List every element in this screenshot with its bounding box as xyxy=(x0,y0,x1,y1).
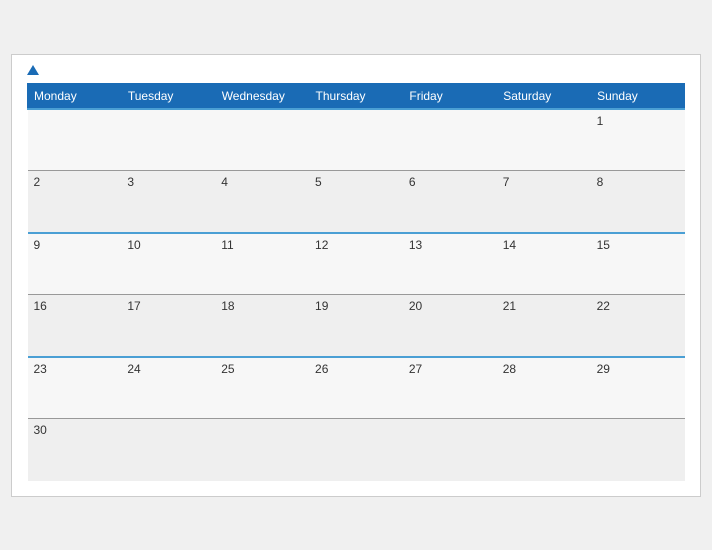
day-number: 22 xyxy=(597,299,610,313)
calendar-cell: 18 xyxy=(215,295,309,357)
week-row-5: 30 xyxy=(28,419,685,481)
calendar-cell: 2 xyxy=(28,171,122,233)
calendar-cell xyxy=(121,419,215,481)
day-number: 16 xyxy=(34,299,47,313)
weekday-header-monday: Monday xyxy=(28,83,122,109)
calendar-cell: 24 xyxy=(121,357,215,419)
calendar-container: MondayTuesdayWednesdayThursdayFridaySatu… xyxy=(11,54,701,497)
day-number: 23 xyxy=(34,362,47,376)
day-number: 3 xyxy=(127,175,134,189)
day-number: 20 xyxy=(409,299,422,313)
calendar-cell: 19 xyxy=(309,295,403,357)
calendar-cell xyxy=(497,419,591,481)
weekday-header-friday: Friday xyxy=(403,83,497,109)
day-number: 8 xyxy=(597,175,604,189)
day-number: 17 xyxy=(127,299,140,313)
week-row-3: 16 17 18 19 20 21 22 xyxy=(28,295,685,357)
day-number: 5 xyxy=(315,175,322,189)
calendar-cell xyxy=(215,419,309,481)
calendar-header xyxy=(27,65,685,75)
weekday-header-row: MondayTuesdayWednesdayThursdayFridaySatu… xyxy=(28,83,685,109)
calendar-cell: 21 xyxy=(497,295,591,357)
day-number: 19 xyxy=(315,299,328,313)
calendar-cell: 15 xyxy=(591,233,685,295)
calendar-cell xyxy=(403,109,497,171)
calendar-cell xyxy=(28,109,122,171)
calendar-cell: 12 xyxy=(309,233,403,295)
calendar-cell xyxy=(403,419,497,481)
day-number: 24 xyxy=(127,362,140,376)
calendar-cell: 27 xyxy=(403,357,497,419)
day-number: 11 xyxy=(221,238,233,252)
calendar-cell: 26 xyxy=(309,357,403,419)
week-row-4: 23 24 25 26 27 28 29 xyxy=(28,357,685,419)
logo-blue-text xyxy=(27,65,41,75)
weekday-header-saturday: Saturday xyxy=(497,83,591,109)
day-number: 7 xyxy=(503,175,510,189)
calendar-cell: 16 xyxy=(28,295,122,357)
week-row-0: 1 xyxy=(28,109,685,171)
weekday-header-wednesday: Wednesday xyxy=(215,83,309,109)
calendar-cell: 28 xyxy=(497,357,591,419)
weekday-header-thursday: Thursday xyxy=(309,83,403,109)
calendar-cell xyxy=(591,419,685,481)
weekday-header-sunday: Sunday xyxy=(591,83,685,109)
calendar-cell xyxy=(215,109,309,171)
calendar-cell: 13 xyxy=(403,233,497,295)
calendar-cell: 20 xyxy=(403,295,497,357)
calendar-cell: 1 xyxy=(591,109,685,171)
calendar-cell: 22 xyxy=(591,295,685,357)
calendar-cell: 4 xyxy=(215,171,309,233)
logo xyxy=(27,65,41,75)
calendar-cell: 25 xyxy=(215,357,309,419)
calendar-cell: 10 xyxy=(121,233,215,295)
logo-triangle-icon xyxy=(27,65,39,75)
calendar-cell xyxy=(309,109,403,171)
day-number: 28 xyxy=(503,362,516,376)
day-number: 29 xyxy=(597,362,610,376)
calendar-cell: 23 xyxy=(28,357,122,419)
day-number: 1 xyxy=(597,114,604,128)
day-number: 2 xyxy=(34,175,41,189)
weekday-header-tuesday: Tuesday xyxy=(121,83,215,109)
calendar-cell: 29 xyxy=(591,357,685,419)
day-number: 15 xyxy=(597,238,610,252)
calendar-cell xyxy=(497,109,591,171)
calendar-cell: 8 xyxy=(591,171,685,233)
calendar-cell: 9 xyxy=(28,233,122,295)
calendar-cell: 7 xyxy=(497,171,591,233)
calendar-cell: 17 xyxy=(121,295,215,357)
day-number: 6 xyxy=(409,175,416,189)
day-number: 10 xyxy=(127,238,140,252)
calendar-cell: 14 xyxy=(497,233,591,295)
calendar-cell: 5 xyxy=(309,171,403,233)
day-number: 4 xyxy=(221,175,228,189)
calendar-cell xyxy=(309,419,403,481)
day-number: 13 xyxy=(409,238,422,252)
calendar-cell: 30 xyxy=(28,419,122,481)
day-number: 18 xyxy=(221,299,234,313)
day-number: 27 xyxy=(409,362,422,376)
week-row-2: 9 10 11 12 13 14 15 xyxy=(28,233,685,295)
calendar-cell: 11 xyxy=(215,233,309,295)
calendar-grid: MondayTuesdayWednesdayThursdayFridaySatu… xyxy=(27,83,685,481)
day-number: 21 xyxy=(503,299,516,313)
calendar-cell xyxy=(121,109,215,171)
day-number: 30 xyxy=(34,423,47,437)
week-row-1: 2 3 4 5 6 7 8 xyxy=(28,171,685,233)
day-number: 25 xyxy=(221,362,234,376)
calendar-cell: 6 xyxy=(403,171,497,233)
day-number: 14 xyxy=(503,238,516,252)
calendar-cell: 3 xyxy=(121,171,215,233)
day-number: 12 xyxy=(315,238,328,252)
day-number: 26 xyxy=(315,362,328,376)
day-number: 9 xyxy=(34,238,41,252)
